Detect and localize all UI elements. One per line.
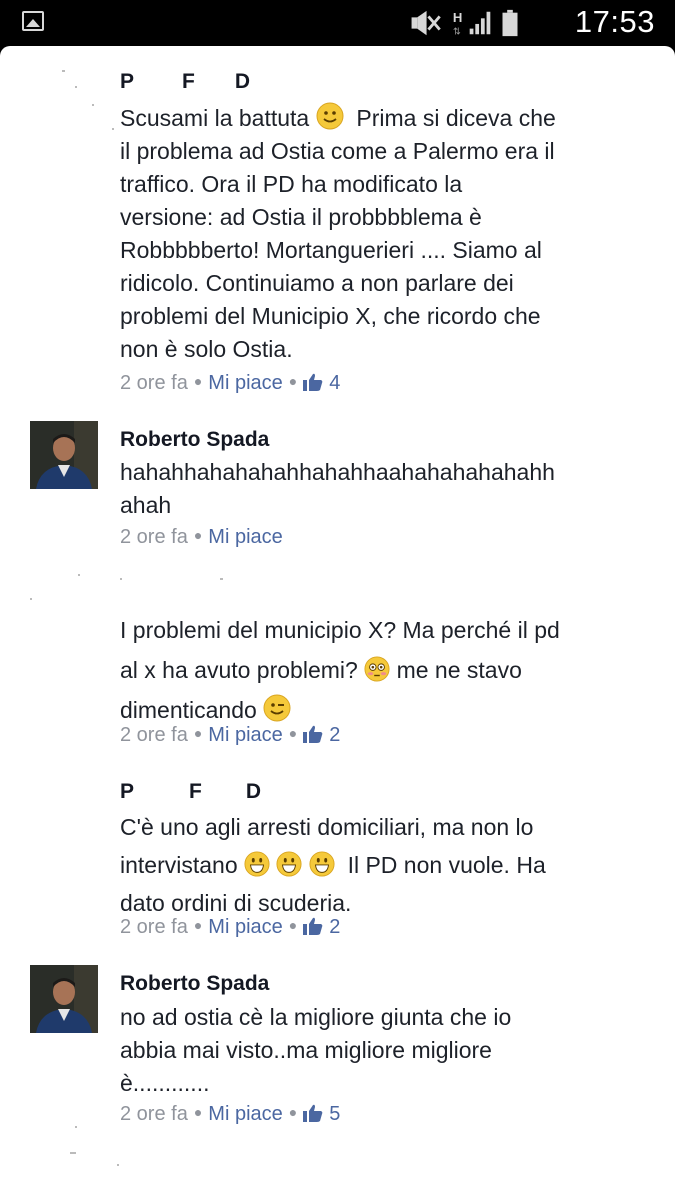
comment-meta: 2 ore fa ● Mi piace ● 5 [120, 1103, 341, 1125]
like-count[interactable]: 2 [329, 724, 340, 746]
svg-text:⇅: ⇅ [453, 26, 461, 36]
comment-timestamp[interactable]: 2 ore fa [120, 916, 188, 938]
comment-author[interactable]: Roberto Spada [120, 428, 269, 452]
thumbs-up-icon [303, 725, 323, 743]
status-bar: H ⇅ 17:53 [0, 0, 675, 46]
comment-author[interactable]: PFD [120, 70, 250, 94]
grin-emoji-icon [276, 851, 302, 877]
comment-text: hahahhahahahahhahahhaahahahahahahh ahah [120, 459, 555, 518]
comment-author[interactable]: Roberto Spada [120, 972, 269, 996]
grin-emoji-icon [244, 851, 270, 877]
comment-text: Scusami la battuta Prima si diceva che i… [120, 102, 640, 366]
thumbs-up-icon [303, 1104, 323, 1122]
signal-icon [469, 11, 491, 35]
comment-author[interactable]: PFD [120, 780, 261, 804]
comment-meta: 2 ore fa ● Mi piace ● 4 [120, 372, 341, 394]
avatar[interactable] [30, 421, 98, 489]
like-button[interactable]: Mi piace [208, 1103, 282, 1125]
comment-timestamp[interactable]: 2 ore fa [120, 526, 188, 548]
grin-emoji-icon [309, 851, 335, 877]
comment-meta: 2 ore fa ● Mi piace ● 2 [120, 916, 341, 938]
comment-text: C'è uno agli arresti domiciliari, ma non… [120, 814, 546, 916]
status-icons: H ⇅ [411, 9, 518, 37]
clock: 17:53 [574, 4, 655, 39]
network-type-label: H [453, 10, 462, 25]
smile-emoji-icon [316, 102, 344, 130]
battery-icon [502, 9, 518, 37]
avatar[interactable] [30, 965, 98, 1033]
like-count[interactable]: 2 [329, 916, 340, 938]
like-button[interactable]: Mi piace [208, 916, 282, 938]
wink-emoji-icon [263, 694, 291, 722]
comment-text: no ad ostia cè la migliore giunta che io… [120, 1004, 512, 1096]
like-button[interactable]: Mi piace [208, 724, 282, 746]
avatar-photo [30, 421, 98, 489]
like-count[interactable]: 5 [329, 1103, 340, 1125]
like-button[interactable]: Mi piace [208, 526, 282, 548]
comment-timestamp[interactable]: 2 ore fa [120, 1103, 188, 1125]
comment-timestamp[interactable]: 2 ore fa [120, 724, 188, 746]
comment-meta: 2 ore fa ● Mi piace [120, 526, 283, 548]
comment-text: I problemi del municipio X? Ma perché il… [120, 617, 560, 723]
comment-timestamp[interactable]: 2 ore fa [120, 372, 188, 394]
mute-icon [411, 10, 441, 36]
avatar-photo [30, 965, 98, 1033]
like-button[interactable]: Mi piace [208, 372, 282, 394]
like-count[interactable]: 4 [329, 372, 340, 394]
thumbs-up-icon [303, 373, 323, 391]
flushed-emoji-icon [364, 656, 390, 682]
gallery-notification-icon [22, 11, 44, 31]
thumbs-up-icon [303, 917, 323, 935]
comment-meta: 2 ore fa ● Mi piace ● 2 [120, 724, 341, 746]
comments-list: PFD Scusami la battuta Prima si diceva c… [0, 46, 675, 1200]
